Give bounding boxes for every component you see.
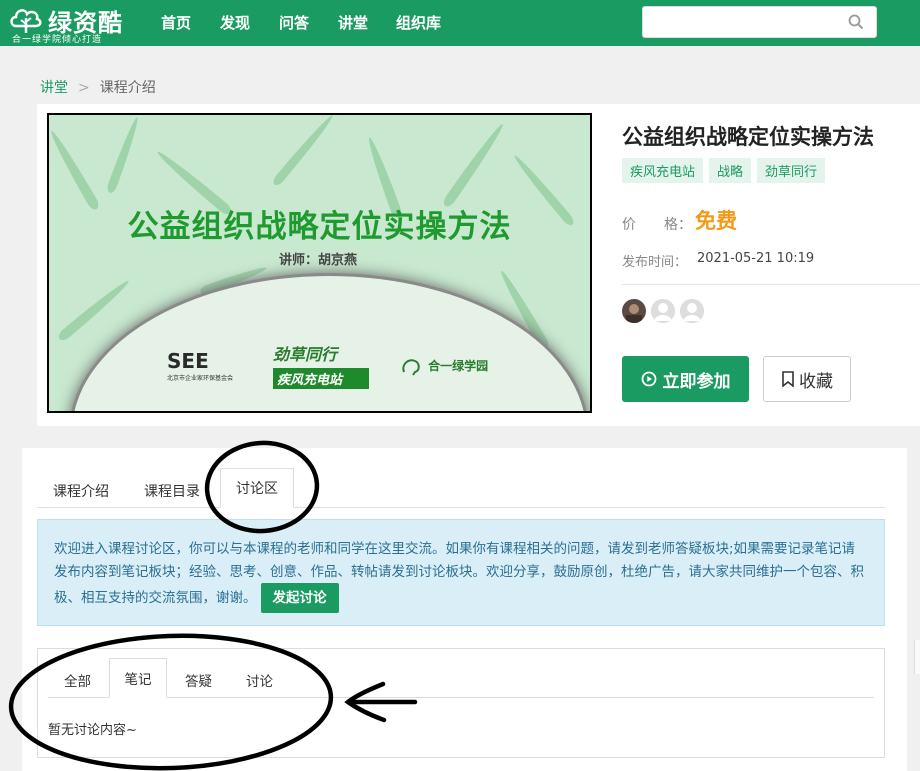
start-discussion-button[interactable]: 发起讨论 (260, 583, 339, 613)
course-title: 公益组织战略定位实操方法 (622, 125, 874, 149)
favorite-label: 收藏 (799, 371, 833, 392)
tab-course-intro[interactable]: 课程介绍 (53, 481, 109, 501)
subtab-discuss[interactable]: 讨论 (246, 670, 273, 690)
tab-course-catalog[interactable]: 课程目录 (144, 481, 200, 501)
search-input[interactable] (642, 6, 877, 38)
tag-charging-station[interactable]: 疾风充电站 (622, 158, 704, 183)
course-cover-image: 公益组织战略定位实操方法 讲师：胡京燕 SEE 北京市企业家环保基金会 劲草同行… (47, 113, 592, 413)
cover-title: 公益组织战略定位实操方法 (127, 209, 512, 245)
breadcrumb-separator: > (78, 80, 90, 96)
tab-discussion[interactable]: 讨论区 (220, 468, 294, 508)
subtab-qa[interactable]: 答疑 (185, 670, 212, 690)
elephant-icon (402, 358, 420, 376)
join-course-button[interactable]: 立即参加 (622, 356, 749, 402)
divider (622, 284, 920, 285)
see-logo: SEE 北京市企业家环保基金会 (167, 349, 233, 382)
nav-organizations[interactable]: 组织库 (396, 12, 441, 33)
course-tags: 疾风充电站 战略 劲草同行 (622, 158, 831, 183)
discussion-notice: 欢迎进入课程讨论区，你可以与本课程的老师和同学在这里交流。如果你有课程相关的问题… (37, 519, 885, 626)
site-logo[interactable]: 绿资酷 合一绿学院倾心打造 (8, 2, 132, 45)
see-logo-subtitle: 北京市企业家环保基金会 (167, 375, 234, 382)
breadcrumb-lecture-link[interactable]: 讲堂 (40, 80, 68, 96)
brand-slogan: 合一绿学院倾心打造 (12, 35, 103, 45)
cover-lecturer: 讲师：胡京燕 (279, 253, 358, 268)
scrollbar[interactable] (914, 640, 920, 674)
search-icon[interactable] (848, 14, 864, 30)
tag-strategy[interactable]: 战略 (709, 158, 752, 183)
breadcrumb-current: 课程介绍 (99, 80, 156, 96)
top-navbar: 绿资酷 合一绿学院倾心打造 首页 发现 问答 讲堂 组织库 (0, 0, 920, 46)
price-value: 免费 (695, 209, 737, 233)
favorite-button[interactable]: 收藏 (763, 356, 851, 402)
avatar[interactable] (680, 299, 704, 323)
join-course-label: 立即参加 (662, 371, 731, 392)
tag-jingcao[interactable]: 劲草同行 (757, 158, 826, 183)
cloud-tree-icon (10, 9, 42, 33)
jingcao-logo: 劲草同行 疾风充电站 (273, 341, 369, 389)
empty-discussion-text: 暂无讨论内容~ (48, 723, 137, 738)
jingcao-logo-top: 劲草同行 (273, 345, 338, 364)
avatar[interactable] (622, 299, 646, 323)
subtab-all[interactable]: 全部 (64, 670, 91, 690)
see-logo-text: SEE (167, 349, 209, 373)
price-label: 价 格： (622, 217, 692, 233)
publish-date-label: 发布时间： (622, 255, 688, 270)
notice-text: 欢迎进入课程讨论区，你可以与本课程的老师和同学在这里交流。如果你有课程相关的问题… (54, 541, 864, 606)
subtab-notes[interactable]: 笔记 (109, 658, 167, 698)
nav-qa[interactable]: 问答 (279, 12, 309, 33)
nav-discover[interactable]: 发现 (220, 12, 250, 33)
nav-home[interactable]: 首页 (161, 12, 191, 33)
tab-divider (37, 507, 885, 508)
heyi-logo-text: 合一绿学园 (428, 359, 489, 373)
breadcrumb: 讲堂 > 课程介绍 (40, 77, 156, 97)
avatar[interactable] (651, 299, 675, 323)
nav-lecture[interactable]: 讲堂 (338, 12, 368, 33)
heyi-logo: 合一绿学园 (401, 355, 488, 376)
bookmark-icon (782, 371, 794, 387)
play-circle-icon (641, 371, 656, 387)
jingcao-logo-bottom: 疾风充电站 (273, 368, 369, 389)
subtab-divider (48, 697, 874, 698)
publish-date-value: 2021-05-21 10:19 (697, 251, 815, 266)
